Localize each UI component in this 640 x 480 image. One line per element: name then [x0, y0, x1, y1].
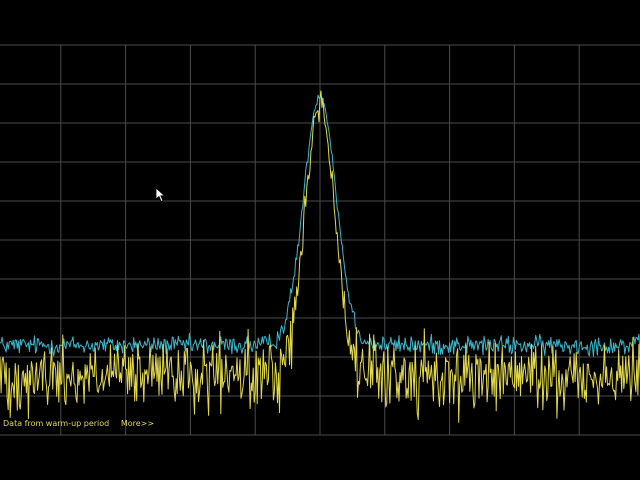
more-link[interactable]: More>> [121, 419, 154, 428]
status-bar: Data from warm-up period More>> [3, 419, 154, 428]
spectrum-analyzer-screen: Data from warm-up period More>> [0, 0, 640, 480]
mouse-pointer-icon [155, 187, 166, 203]
status-message: Data from warm-up period [3, 419, 110, 428]
spectrum-plot [0, 44, 640, 436]
